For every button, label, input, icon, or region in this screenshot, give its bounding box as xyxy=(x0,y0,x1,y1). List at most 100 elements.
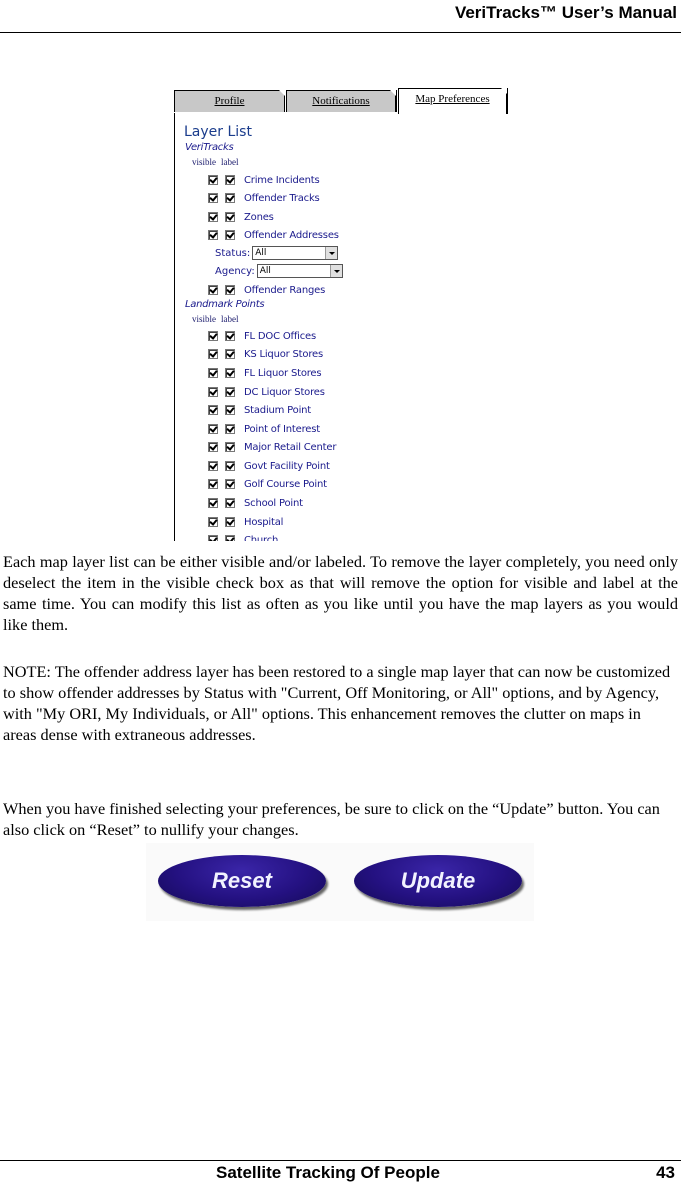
col-visible: visible xyxy=(192,157,216,167)
chevron-down-icon[interactable] xyxy=(329,265,342,277)
page-header: VeriTracks™ User’s Manual xyxy=(0,0,681,33)
agency-select[interactable]: All xyxy=(256,264,343,278)
visible-checkbox[interactable] xyxy=(208,424,218,434)
col-visible: visible xyxy=(192,314,216,324)
label-checkbox[interactable] xyxy=(225,479,235,489)
label-checkbox[interactable] xyxy=(225,175,235,185)
label-checkbox[interactable] xyxy=(225,517,235,527)
agency-value: All xyxy=(259,266,271,276)
layer-label: Zones xyxy=(244,211,274,223)
layer-row: KS Liquor Stores xyxy=(208,347,323,361)
layer-row: Point of Interest xyxy=(208,422,320,436)
section-title: Satellite Tracking Of People xyxy=(216,1163,440,1182)
map-preferences-screenshot: Profile Notifications Map Preferences La… xyxy=(174,88,512,541)
visible-checkbox[interactable] xyxy=(208,442,218,452)
tab-profile-label: Profile xyxy=(214,95,245,107)
layer-label: KS Liquor Stores xyxy=(244,348,323,360)
chevron-down-icon[interactable] xyxy=(325,247,338,259)
visible-checkbox[interactable] xyxy=(208,212,218,222)
layer-row: School Point xyxy=(208,496,303,510)
label-checkbox[interactable] xyxy=(225,498,235,508)
layer-label: Major Retail Center xyxy=(244,441,337,453)
agency-filter: Agency: All xyxy=(215,264,343,278)
layer-row: Hospital xyxy=(208,515,283,529)
visible-checkbox[interactable] xyxy=(208,535,218,541)
visible-checkbox[interactable] xyxy=(208,479,218,489)
status-select[interactable]: All xyxy=(252,246,339,260)
label-checkbox[interactable] xyxy=(225,368,235,378)
layer-label: DC Liquor Stores xyxy=(244,386,325,398)
layer-row: Golf Course Point xyxy=(208,477,327,491)
layer-label: Point of Interest xyxy=(244,423,320,435)
layer-label: Hospital xyxy=(244,516,284,528)
label-checkbox[interactable] xyxy=(225,442,235,452)
col-label: label xyxy=(221,157,239,167)
col-label: label xyxy=(221,314,239,324)
tab-map-preferences-label: Map Preferences xyxy=(415,93,490,105)
layer-row: Stadium Point xyxy=(208,403,311,417)
visible-checkbox[interactable] xyxy=(208,498,218,508)
update-button[interactable]: Update xyxy=(354,855,522,907)
layer-row: Offender Ranges xyxy=(208,283,325,297)
layer-label: Govt Facility Point xyxy=(244,460,330,472)
layer-row: Govt Facility Point xyxy=(208,459,330,473)
group-title-landmark-points: Landmark Points xyxy=(185,299,265,310)
layer-label: Stadium Point xyxy=(244,404,312,416)
label-checkbox[interactable] xyxy=(225,212,235,222)
button-image: Reset Update xyxy=(146,843,534,921)
label-checkbox[interactable] xyxy=(225,424,235,434)
layer-row: FL DOC Offices xyxy=(208,329,316,343)
status-value: All xyxy=(255,248,267,258)
label-checkbox[interactable] xyxy=(225,285,235,295)
status-label: Status: xyxy=(215,247,251,259)
label-checkbox[interactable] xyxy=(225,331,235,341)
layer-label: Offender Addresses xyxy=(244,229,339,241)
layer-row: Offender Tracks xyxy=(208,191,320,205)
label-checkbox[interactable] xyxy=(225,535,235,541)
status-filter: Status: All xyxy=(215,246,339,260)
label-checkbox[interactable] xyxy=(225,230,235,240)
visible-checkbox[interactable] xyxy=(208,285,218,295)
label-checkbox[interactable] xyxy=(225,461,235,471)
visible-checkbox[interactable] xyxy=(208,517,218,527)
paragraph-layer-visibility: Each map layer list can be either visibl… xyxy=(3,552,678,634)
layer-row: Offender Addresses xyxy=(208,228,339,242)
visible-checkbox[interactable] xyxy=(208,387,218,397)
tab-map-preferences[interactable]: Map Preferences xyxy=(398,88,508,114)
label-checkbox[interactable] xyxy=(225,387,235,397)
layer-list-title: Layer List xyxy=(184,124,252,140)
visible-checkbox[interactable] xyxy=(208,405,218,415)
tab-notifications[interactable]: Notifications xyxy=(286,90,397,112)
tab-notifications-label: Notifications xyxy=(312,95,370,107)
panel-border xyxy=(174,113,175,541)
page-number: 43 xyxy=(656,1163,675,1182)
label-checkbox[interactable] xyxy=(225,193,235,203)
layer-row: Crime Incidents xyxy=(208,173,320,187)
layer-row: Major Retail Center xyxy=(208,440,336,454)
visible-checkbox[interactable] xyxy=(208,230,218,240)
layer-label: FL DOC Offices xyxy=(244,330,316,342)
paragraph-note: NOTE: The offender address layer has bee… xyxy=(3,662,671,744)
visible-checkbox[interactable] xyxy=(208,175,218,185)
layer-label: School Point xyxy=(244,497,303,509)
layer-row: Church xyxy=(208,533,278,541)
visible-checkbox[interactable] xyxy=(208,461,218,471)
agency-label: Agency: xyxy=(215,265,255,277)
layer-label: Offender Ranges xyxy=(244,284,326,296)
layer-row: DC Liquor Stores xyxy=(208,385,325,399)
layer-label: Crime Incidents xyxy=(244,174,320,186)
label-checkbox[interactable] xyxy=(225,405,235,415)
group-title-veritracks: VeriTracks xyxy=(185,142,234,153)
layer-row: FL Liquor Stores xyxy=(208,366,322,380)
label-checkbox[interactable] xyxy=(225,349,235,359)
tab-bar: Profile Notifications Map Preferences xyxy=(174,88,512,114)
tab-profile[interactable]: Profile xyxy=(174,90,285,112)
visible-checkbox[interactable] xyxy=(208,331,218,341)
visible-checkbox[interactable] xyxy=(208,368,218,378)
layer-label: Offender Tracks xyxy=(244,192,320,204)
layer-label: Golf Course Point xyxy=(244,478,327,490)
visible-checkbox[interactable] xyxy=(208,193,218,203)
reset-button[interactable]: Reset xyxy=(158,855,326,907)
column-headers: visible label xyxy=(192,314,244,324)
visible-checkbox[interactable] xyxy=(208,349,218,359)
